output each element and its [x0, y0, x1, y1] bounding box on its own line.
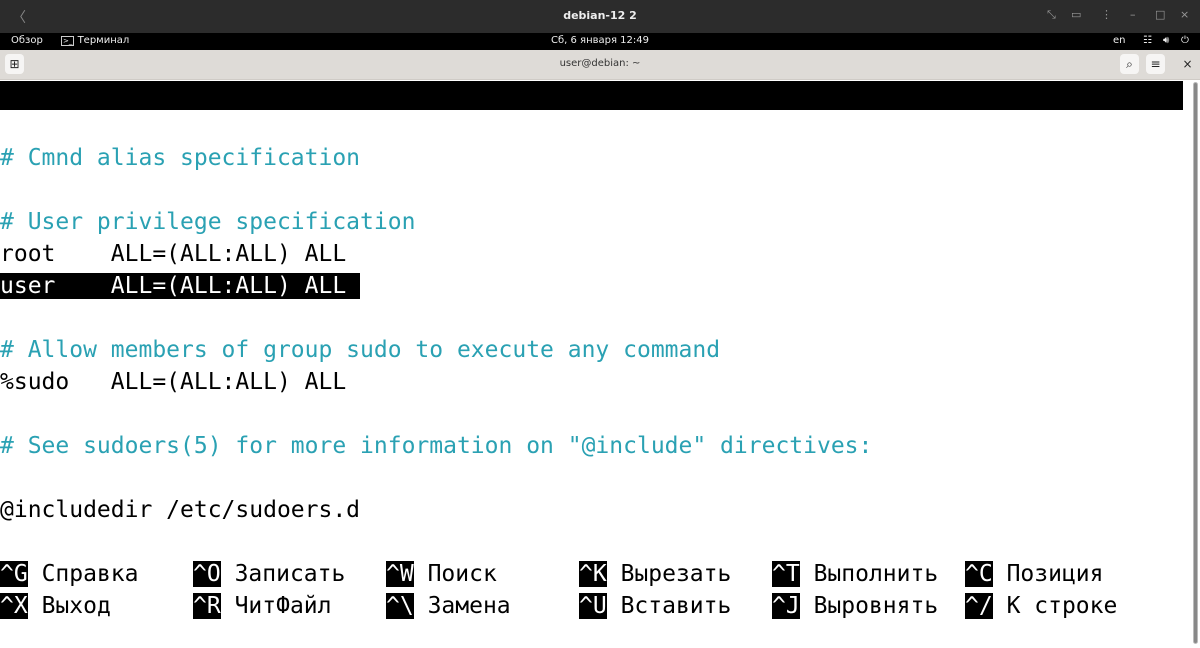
- terminal-title: user@debian: ~: [559, 58, 641, 69]
- menu-button[interactable]: ≡: [1146, 54, 1165, 74]
- hamburger-icon: ≡: [1150, 57, 1161, 71]
- vm-title: debian-12 2: [563, 9, 637, 22]
- line-text: # Allow members of group sudo to execute…: [0, 337, 721, 363]
- shortcut-key: ^O: [193, 561, 221, 587]
- editor-line[interactable]: # User privilege specification: [0, 206, 1190, 238]
- shortcut-key: ^J: [772, 593, 800, 619]
- line-text: # Cmnd alias specification: [0, 145, 361, 171]
- shortcut-label: Вставить: [620, 593, 732, 619]
- shortcut-item[interactable]: ^X Выход: [0, 590, 111, 622]
- editor-line[interactable]: [0, 398, 1190, 430]
- scrollbar[interactable]: [1193, 82, 1198, 644]
- shortcut-item[interactable]: ^U Вставить: [579, 590, 731, 622]
- shortcut-label: Выполнить: [813, 561, 939, 587]
- shortcut-label: Выровнять: [813, 593, 939, 619]
- shortcut-label: ЧитФайл: [234, 593, 332, 619]
- line-text: user ALL=(ALL:ALL) ALL: [0, 273, 361, 299]
- minimize-icon[interactable]: –: [1130, 8, 1136, 21]
- shortcut-label: Поиск: [427, 561, 497, 587]
- close-icon: ×: [1182, 57, 1193, 71]
- terminal-headerbar: ⊞ user@debian: ~ ⌕ ≡ ×: [0, 50, 1200, 80]
- clock[interactable]: Сб, 6 января 12:49: [0, 35, 1200, 46]
- editor-line[interactable]: [0, 174, 1190, 206]
- keyboard-layout[interactable]: en: [1113, 35, 1126, 46]
- search-button[interactable]: ⌕: [1120, 54, 1139, 74]
- editor-line[interactable]: # See sudoers(5) for more information on…: [0, 430, 1190, 462]
- network-icon[interactable]: ☷: [1143, 35, 1152, 46]
- shortcut-item[interactable]: ^T Выполнить: [772, 558, 938, 590]
- keyboard-icon[interactable]: ▭: [1071, 8, 1081, 21]
- close-icon[interactable]: ×: [1180, 8, 1189, 21]
- editor-line[interactable]: [0, 462, 1190, 494]
- shortcut-item[interactable]: ^K Вырезать: [579, 558, 731, 590]
- search-icon: ⌕: [1126, 57, 1133, 71]
- power-icon[interactable]: ⏻: [1181, 35, 1189, 46]
- line-text: # See sudoers(5) for more information on…: [0, 433, 873, 459]
- shortcut-label: Замена: [427, 593, 511, 619]
- shortcut-item[interactable]: ^G Справка: [0, 558, 139, 590]
- shortcut-label: Справка: [41, 561, 139, 587]
- shortcut-label: Выход: [41, 593, 111, 619]
- line-text: # User privilege specification: [0, 209, 416, 235]
- editor-line[interactable]: [0, 110, 1190, 142]
- gnome-top-bar: Обзор >_ Терминал Сб, 6 января 12:49 en …: [0, 33, 1200, 50]
- line-text: root ALL=(ALL:ALL) ALL: [0, 241, 347, 267]
- shortcut-key: ^U: [579, 593, 607, 619]
- fullscreen-icon[interactable]: ⤡: [1047, 8, 1056, 22]
- shortcut-item[interactable]: ^J Выровнять: [772, 590, 938, 622]
- shortcut-label: К строке: [1006, 593, 1118, 619]
- shortcut-key: ^X: [0, 593, 28, 619]
- line-text: @includedir /etc/sudoers.d: [0, 497, 361, 523]
- shortcut-label: Позиция: [1006, 561, 1104, 587]
- shortcut-item[interactable]: ^\ Замена: [386, 590, 511, 622]
- shortcut-key: ^C: [965, 561, 993, 587]
- shortcut-item[interactable]: ^O Записать: [193, 558, 345, 590]
- editor-line[interactable]: [0, 526, 1190, 558]
- editor-line[interactable]: user ALL=(ALL:ALL) ALL: [0, 270, 1190, 302]
- close-button[interactable]: ×: [1178, 54, 1197, 74]
- shortcut-row: ^G Справка ^O Записать ^W Поиск ^K Вырезать…: [0, 558, 1190, 590]
- shortcut-item[interactable]: ^/ К строке: [965, 590, 1117, 622]
- shortcut-item[interactable]: ^C Позиция: [965, 558, 1104, 590]
- shortcut-key: ^W: [386, 561, 414, 587]
- shortcut-item[interactable]: ^R ЧитФайл: [193, 590, 332, 622]
- volume-icon[interactable]: 🔊︎: [1163, 35, 1169, 46]
- editor-line[interactable]: # Cmnd alias specification: [0, 142, 1190, 174]
- nano-editor[interactable]: GNU nano 7.2/etc/sudoers * # Cmnd alias …: [0, 81, 1190, 648]
- shortcut-key: ^G: [0, 561, 28, 587]
- shortcut-label: Вырезать: [620, 561, 732, 587]
- kebab-menu-icon[interactable]: ⋮: [1101, 8, 1112, 21]
- line-text: %sudo ALL=(ALL:ALL) ALL: [0, 369, 347, 395]
- restore-icon[interactable]: □: [1155, 8, 1165, 21]
- shortcut-key: ^T: [772, 561, 800, 587]
- editor-line[interactable]: [0, 302, 1190, 334]
- shortcut-key: ^/: [965, 593, 993, 619]
- shortcut-item[interactable]: ^W Поиск: [386, 558, 497, 590]
- editor-line[interactable]: %sudo ALL=(ALL:ALL) ALL: [0, 366, 1190, 398]
- editor-line[interactable]: # Allow members of group sudo to execute…: [0, 334, 1190, 366]
- shortcut-key: ^R: [193, 593, 221, 619]
- editor-line[interactable]: @includedir /etc/sudoers.d: [0, 494, 1190, 526]
- vm-titlebar: 〈 debian-12 2 ⤡ ▭ ⋮ – □ ×: [0, 0, 1200, 33]
- shortcut-row: ^X Выход ^R ЧитФайл ^\ Замена ^U Вставить ^J…: [0, 590, 1190, 622]
- editor-line[interactable]: root ALL=(ALL:ALL) ALL: [0, 238, 1190, 270]
- shortcut-key: ^\: [386, 593, 414, 619]
- shortcut-label: Записать: [234, 561, 346, 587]
- nano-header: GNU nano 7.2/etc/sudoers *: [0, 81, 1183, 139]
- shortcut-key: ^K: [579, 561, 607, 587]
